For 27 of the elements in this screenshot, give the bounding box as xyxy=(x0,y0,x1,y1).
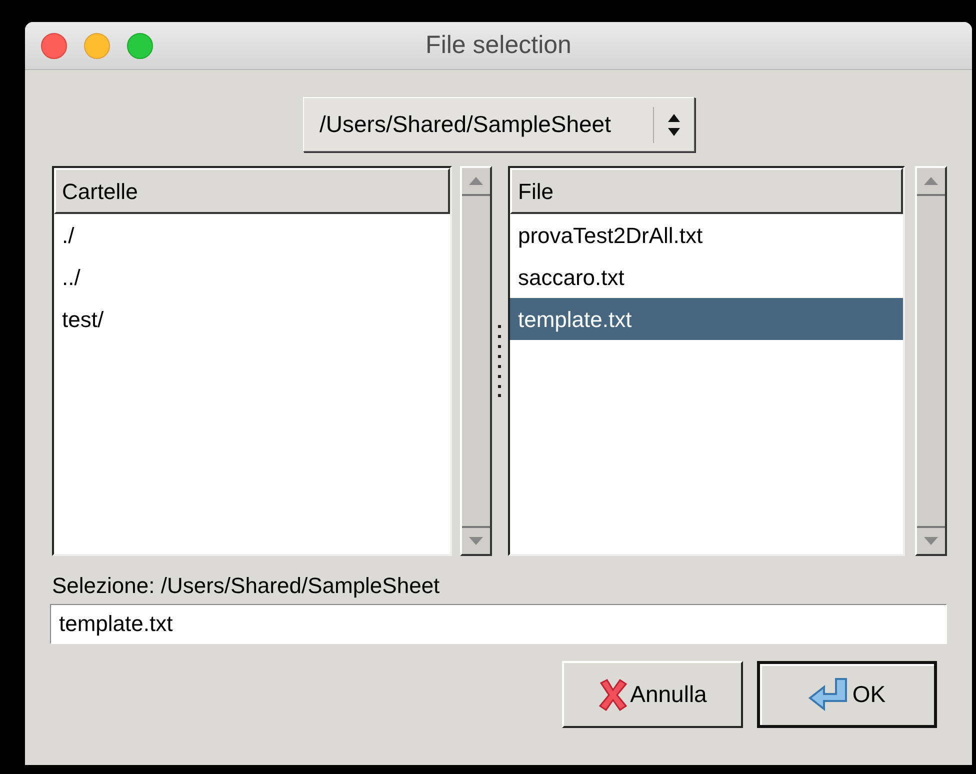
up-arrow-icon[interactable] xyxy=(469,177,483,185)
x-mark-icon xyxy=(598,678,628,712)
zoom-button[interactable] xyxy=(127,32,153,58)
ok-button[interactable]: OK xyxy=(757,661,937,728)
up-arrow-icon[interactable] xyxy=(924,177,938,185)
splitter-handle-icon[interactable] xyxy=(498,325,502,397)
list-item[interactable]: template.txt xyxy=(510,298,903,340)
selection-label: Selezione: /Users/Shared/SampleSheet xyxy=(52,572,441,600)
stepper-arrows-icon xyxy=(666,112,680,138)
column-header[interactable]: Cartelle xyxy=(54,168,450,214)
path-dropdown[interactable]: /Users/Shared/SampleSheet xyxy=(302,97,694,152)
down-arrow-icon[interactable] xyxy=(469,537,483,545)
scrollbar[interactable] xyxy=(460,166,492,556)
filename-field[interactable]: template.txt xyxy=(50,604,947,644)
column-header[interactable]: File xyxy=(510,168,903,214)
list-item[interactable]: ../ xyxy=(54,256,450,298)
close-button[interactable] xyxy=(41,32,67,58)
list-item[interactable]: ./ xyxy=(54,214,450,256)
minimize-button[interactable] xyxy=(84,32,110,58)
down-arrow-icon[interactable] xyxy=(924,537,938,545)
list-item[interactable]: test/ xyxy=(54,298,450,340)
path-value: /Users/Shared/SampleSheet xyxy=(318,110,612,140)
cancel-button[interactable]: Annulla xyxy=(562,661,743,728)
window-title: File selection xyxy=(426,30,572,61)
list-item[interactable]: provaTest2DrAll.txt xyxy=(510,214,903,256)
scrollbar[interactable] xyxy=(915,166,947,556)
list-item[interactable]: saccaro.txt xyxy=(510,256,903,298)
